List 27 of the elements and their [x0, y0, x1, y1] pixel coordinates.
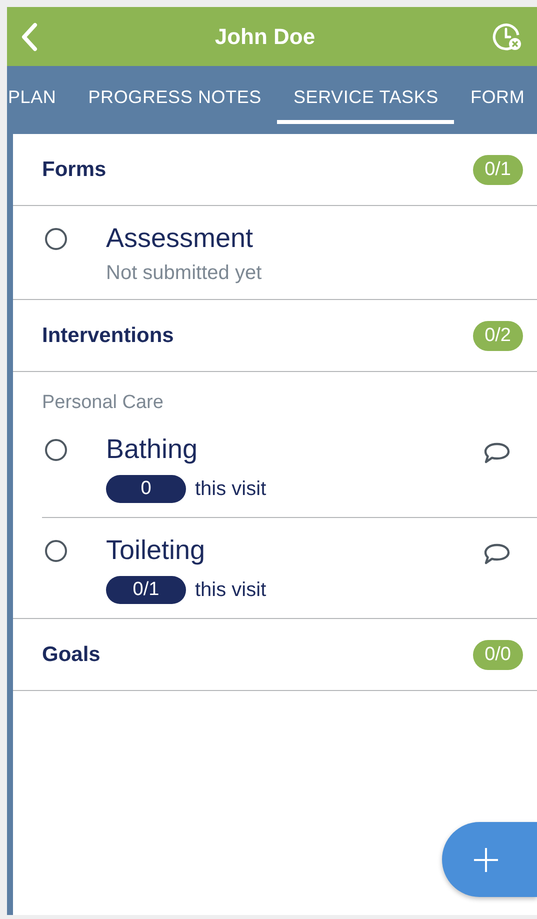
- task-title: Bathing: [106, 433, 199, 466]
- task-title: Toileting: [106, 534, 206, 567]
- tab[interactable]: SERVICE TASKS: [277, 66, 454, 124]
- window-title: John Doe: [214, 24, 316, 50]
- radio-button[interactable]: [45, 540, 67, 562]
- section-title: Forms: [42, 158, 106, 182]
- add-button[interactable]: [442, 822, 537, 897]
- tab[interactable]: FORM: [454, 66, 537, 124]
- count-pill: 0: [106, 475, 186, 503]
- section-title: Goals: [42, 642, 100, 666]
- count-badge: 0/1: [472, 154, 523, 184]
- count-badge: 0/2: [472, 320, 523, 350]
- comment-icon[interactable]: [483, 441, 511, 465]
- comment-icon[interactable]: [483, 542, 511, 566]
- radio-button[interactable]: [45, 439, 67, 461]
- section-title: Interventions: [42, 324, 174, 348]
- radio-button[interactable]: [45, 228, 67, 250]
- count-badge: 0/0: [472, 640, 523, 670]
- group-label: Personal Care: [41, 391, 164, 415]
- tab[interactable]: PLAN: [7, 66, 72, 124]
- tab[interactable]: PROGRESS NOTES: [72, 66, 278, 124]
- task-title: Assessment: [106, 222, 254, 255]
- visit-label: this visit: [195, 478, 266, 500]
- count-pill: 0/1: [106, 576, 186, 604]
- visit-label: this visit: [195, 578, 266, 602]
- plus-icon: [472, 846, 498, 872]
- status-text: Not submitted yet: [106, 262, 263, 285]
